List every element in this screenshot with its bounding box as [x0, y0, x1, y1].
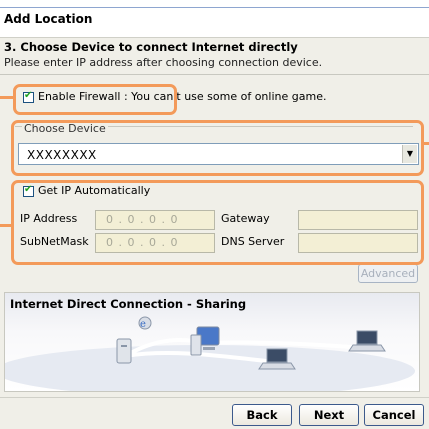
- advanced-button[interactable]: Advanced: [358, 264, 418, 283]
- laptop-icon: [348, 330, 386, 352]
- cancel-button[interactable]: Cancel: [364, 404, 424, 426]
- pc-tower-icon: [116, 338, 132, 364]
- step-title: 3. Choose Device to connect Internet dir…: [4, 40, 298, 54]
- next-button[interactable]: Next: [299, 404, 359, 426]
- step-description: Please enter IP address after choosing c…: [4, 56, 323, 69]
- device-callout-leader: [423, 142, 429, 145]
- connection-diagram: Internet Direct Connection - Sharing e: [4, 292, 420, 392]
- ip-callout: [11, 180, 424, 265]
- ip-callout-leader: [0, 224, 12, 227]
- globe-icon: e: [138, 316, 152, 330]
- firewall-callout: [13, 84, 177, 115]
- svg-text:e: e: [140, 319, 146, 330]
- device-callout: [11, 120, 424, 176]
- diagram-illustration: e: [5, 316, 415, 391]
- dialog-title: Add Location: [4, 12, 93, 26]
- firewall-callout-leader: [0, 96, 14, 99]
- back-button[interactable]: Back: [232, 404, 292, 426]
- add-location-dialog: Add Location 3. Choose Device to connect…: [0, 0, 429, 429]
- separator: [0, 74, 429, 75]
- dialog-header: Add Location: [0, 0, 429, 38]
- header-rule: [0, 7, 429, 8]
